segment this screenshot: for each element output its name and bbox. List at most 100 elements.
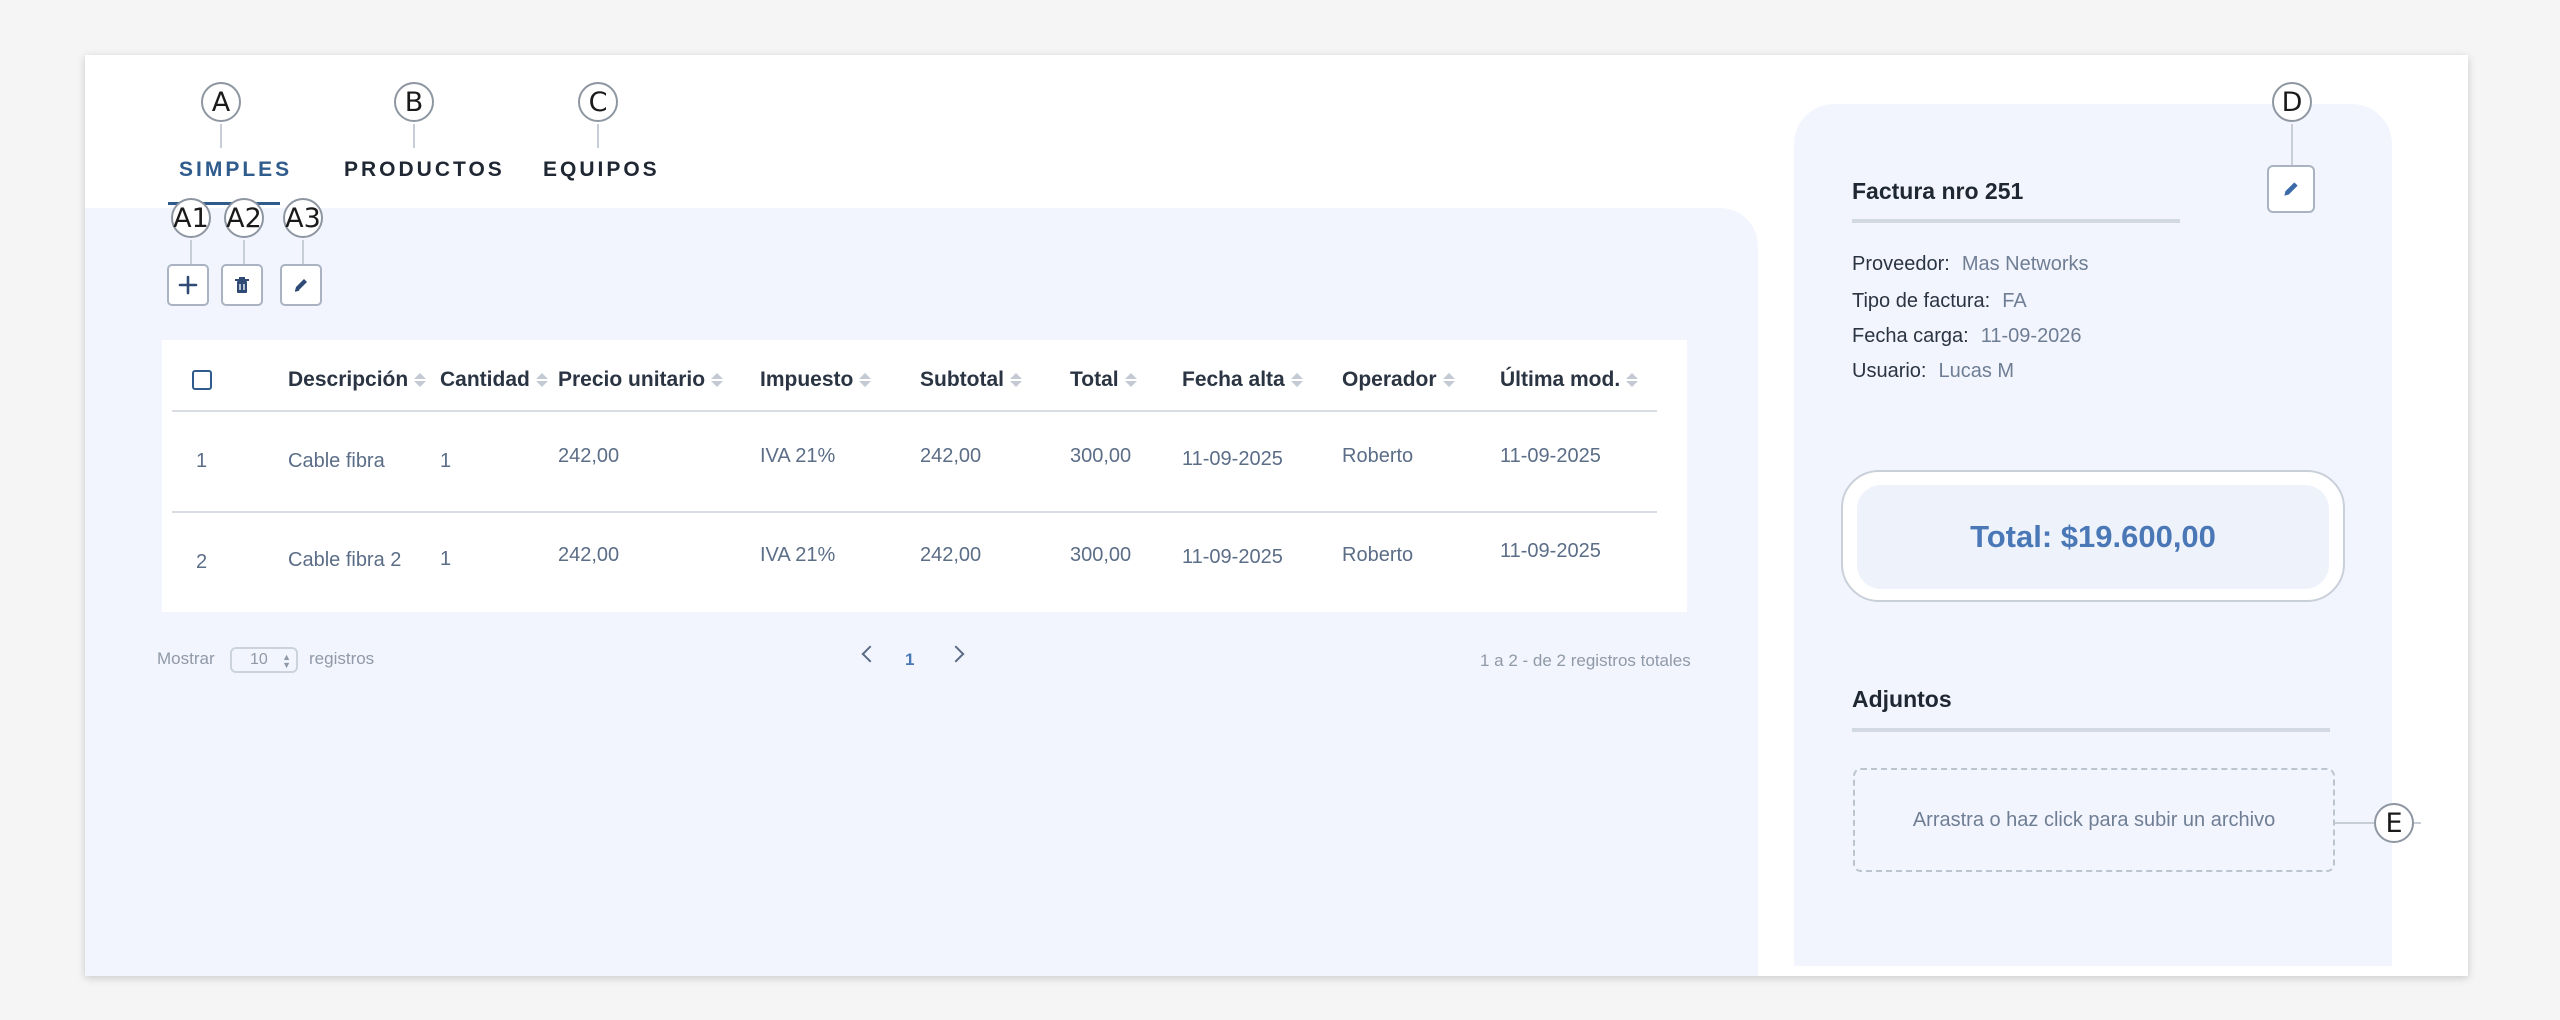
callout-line <box>413 124 415 148</box>
info-value: FA <box>2002 290 2027 312</box>
column-header[interactable]: Operador <box>1342 368 1455 392</box>
table-cell: Cable fibra <box>288 450 385 472</box>
delete-button[interactable] <box>221 264 263 306</box>
sort-icon <box>1626 373 1639 387</box>
column-header[interactable]: Cantidad <box>440 368 548 392</box>
current-page[interactable]: 1 <box>905 650 914 670</box>
select-arrows-icon: ▲ ▼ <box>282 652 291 670</box>
callout-marker-e: E <box>2374 803 2414 843</box>
header-divider <box>172 410 1657 412</box>
callout-line <box>243 240 245 264</box>
add-button[interactable] <box>167 264 209 306</box>
file-dropzone[interactable]: Arrastra o haz click para subir un archi… <box>1853 768 2335 872</box>
info-label: Usuario: <box>1852 360 1927 382</box>
sort-icon <box>1290 373 1303 387</box>
info-tipo-factura: Tipo de factura: FA <box>1852 290 2027 313</box>
pencil-icon <box>2284 182 2298 196</box>
trash-icon <box>235 277 249 293</box>
table-cell: 242,00 <box>558 445 620 467</box>
table-cell: 11-09-2025 <box>1500 540 1601 562</box>
show-label: Mostrar <box>157 649 215 668</box>
column-header[interactable]: Impuesto <box>760 368 872 392</box>
callout-marker-c: C <box>578 82 618 122</box>
records-label: registros <box>309 649 375 668</box>
sort-icon <box>859 373 872 387</box>
sort-icon <box>711 373 724 387</box>
info-usuario: Usuario: Lucas M <box>1852 360 2014 383</box>
sort-icon <box>414 373 427 387</box>
table-cell: 300,00 <box>1070 445 1132 467</box>
table-cell: Roberto <box>1342 445 1414 467</box>
callout-line <box>220 124 222 148</box>
column-header-label: Última mod. <box>1500 368 1621 391</box>
column-header-label: Operador <box>1342 368 1437 391</box>
table-cell: 11-09-2025 <box>1182 546 1283 568</box>
table-cell: Roberto <box>1342 544 1414 566</box>
edit-row-button[interactable] <box>280 264 322 306</box>
row-divider <box>172 511 1657 513</box>
select-all-checkbox[interactable] <box>192 370 212 390</box>
title-underline <box>1852 219 2180 223</box>
column-header[interactable]: Fecha alta <box>1182 368 1303 392</box>
column-header-label: Total <box>1070 368 1119 391</box>
table-cell: 1 <box>196 450 208 472</box>
table-cell: 242,00 <box>920 544 982 566</box>
table-cell: Cable fibra 2 <box>288 549 402 571</box>
callout-line <box>190 240 192 264</box>
table-cell: IVA 21% <box>760 544 836 566</box>
callout-marker-a1: A1 <box>171 198 211 238</box>
callout-marker-b: B <box>394 82 434 122</box>
invoice-title: Factura nro 251 <box>1852 178 2024 204</box>
column-header[interactable]: Precio unitario <box>558 368 724 392</box>
callout-line <box>597 124 599 148</box>
tab-productos[interactable]: PRODUCTOS <box>344 158 505 182</box>
invoice-total: Total: $19.600,00 <box>1857 485 2329 589</box>
column-header-label: Fecha alta <box>1182 368 1285 391</box>
callout-marker-d: D <box>2272 82 2312 122</box>
column-header-label: Descripción <box>288 368 409 391</box>
table-cell: 1 <box>440 548 452 570</box>
callout-line <box>2291 124 2293 165</box>
attachments-underline <box>1852 728 2330 732</box>
callout-marker-a3: A3 <box>283 198 323 238</box>
table-cell: IVA 21% <box>760 445 836 467</box>
callout-marker-a: A <box>201 82 241 122</box>
info-label: Fecha carga: <box>1852 325 1969 347</box>
info-value: Mas Networks <box>1961 253 2089 275</box>
sort-icon <box>1442 373 1455 387</box>
table-cell: 242,00 <box>558 544 620 566</box>
attachments-title: Adjuntos <box>1852 686 1952 712</box>
info-value: 11-09-2026 <box>1980 325 2082 347</box>
page-size-value: 10 <box>250 651 268 668</box>
info-proveedor: Proveedor: Mas Networks <box>1852 253 2089 276</box>
info-value: Lucas M <box>1938 360 2015 382</box>
records-summary: 1 a 2 - de 2 registros totales <box>1480 651 1691 670</box>
sort-icon <box>1124 373 1137 387</box>
sort-icon <box>1010 373 1022 387</box>
column-header[interactable]: Total <box>1070 368 1137 392</box>
callout-line <box>302 240 304 264</box>
column-header-label: Subtotal <box>920 368 1004 391</box>
column-header-label: Impuesto <box>760 368 854 391</box>
table-cell: 242,00 <box>920 445 982 467</box>
sort-icon <box>535 373 548 387</box>
column-header-label: Precio unitario <box>558 368 706 391</box>
table-cell: 11-09-2025 <box>1500 445 1601 467</box>
table-cell: 11-09-2025 <box>1182 448 1283 470</box>
column-header[interactable]: Descripción <box>288 368 427 392</box>
column-header[interactable]: Última mod. <box>1500 368 1639 392</box>
column-header[interactable]: Subtotal <box>920 368 1022 392</box>
table-cell: 2 <box>196 551 208 573</box>
info-fecha-carga: Fecha carga: 11-09-2026 <box>1852 325 2082 348</box>
plus-icon <box>178 275 198 295</box>
page-size-select[interactable]: 10 ▲ ▼ <box>230 647 298 673</box>
table-cell: 1 <box>440 450 452 472</box>
callout-marker-a2: A2 <box>224 198 264 238</box>
tab-simples[interactable]: SIMPLES <box>179 158 292 182</box>
table-cell: 300,00 <box>1070 544 1132 566</box>
tab-equipos[interactable]: EQUIPOS <box>543 158 660 182</box>
info-label: Tipo de factura: <box>1852 290 1991 312</box>
column-header-label: Cantidad <box>440 368 530 391</box>
edit-invoice-button[interactable] <box>2267 165 2315 213</box>
pencil-icon <box>294 279 307 292</box>
